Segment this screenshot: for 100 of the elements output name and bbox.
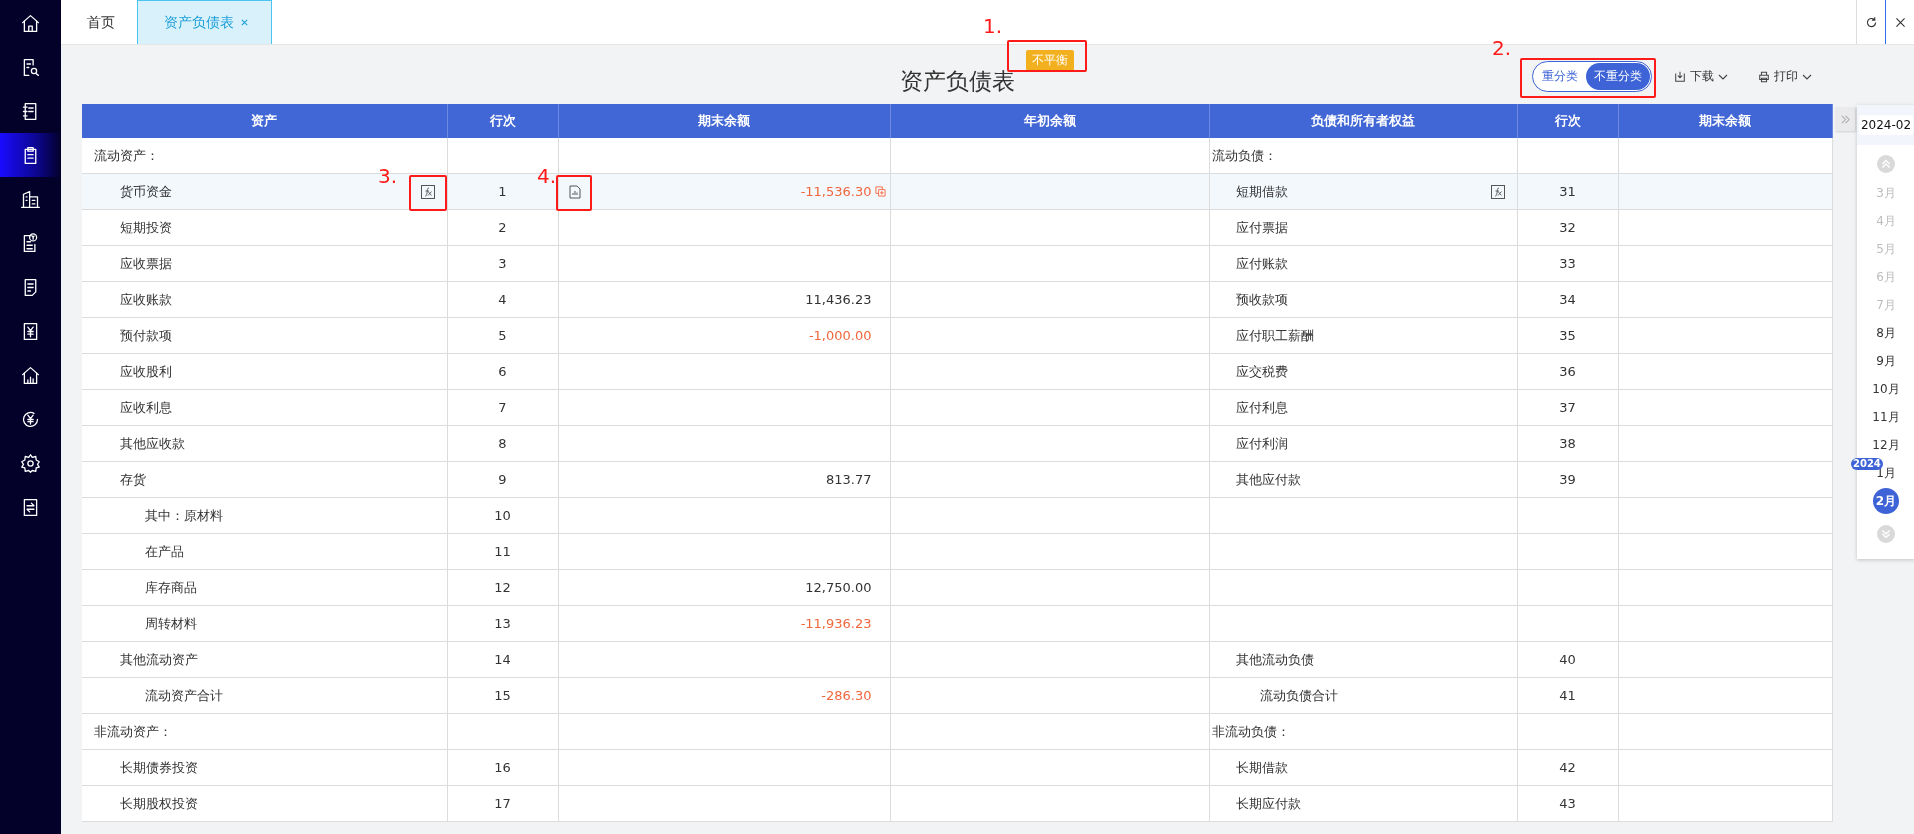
- line-number: 6: [498, 364, 507, 379]
- refresh-icon[interactable]: [1864, 15, 1878, 29]
- line-number: 37: [1559, 400, 1576, 415]
- line-number: 5: [498, 328, 507, 343]
- close-icon[interactable]: [1893, 15, 1907, 29]
- toggle-option[interactable]: 重分类: [1534, 63, 1586, 90]
- month-item[interactable]: 12月: [1872, 437, 1900, 453]
- line-number: 36: [1559, 364, 1576, 379]
- line-number: 42: [1559, 760, 1576, 775]
- line-number: 31: [1559, 184, 1576, 199]
- row-label: 短期借款: [1234, 183, 1288, 199]
- amount: -1,000.00: [808, 328, 872, 343]
- print-button[interactable]: 打印: [1750, 68, 1820, 85]
- column-header: 资产: [82, 104, 447, 138]
- row-label: 其他流动负债: [1234, 651, 1314, 667]
- settings-icon: [20, 452, 41, 474]
- row-label: 应交税费: [1234, 363, 1288, 379]
- line-number: 43: [1559, 796, 1576, 811]
- annotation-label: 4.: [537, 164, 557, 188]
- row-label: 流动资产合计: [144, 687, 223, 703]
- line-number: 2: [498, 220, 507, 235]
- column-header: 年初余额: [890, 104, 1209, 138]
- amount: -11,536.30: [800, 184, 872, 199]
- row-label: 预收款项: [1234, 291, 1288, 307]
- row-label: 应收票据: [119, 255, 172, 271]
- line-number: 41: [1559, 688, 1576, 703]
- row-label: 流动负债合计: [1258, 687, 1338, 703]
- line-number: 32: [1559, 220, 1576, 235]
- row-label: 应收利息: [119, 399, 172, 415]
- column-header: 期末余额: [558, 104, 890, 138]
- row-label: 应付票据: [1234, 219, 1288, 235]
- home-icon: [20, 12, 41, 34]
- sidebar-item[interactable]: [0, 133, 61, 177]
- row-label: 长期借款: [1234, 759, 1288, 775]
- copy-icon[interactable]: [874, 186, 886, 197]
- line-number: 1: [498, 184, 507, 199]
- row-label: 长期债券投资: [119, 759, 198, 775]
- column-header: 行次: [447, 104, 558, 138]
- row-label: 其他应付款: [1234, 471, 1301, 487]
- row-label: 长期股权投资: [119, 795, 198, 811]
- line-number: 4: [498, 292, 507, 307]
- highlight-frame: [556, 175, 592, 211]
- status-badge: 不平衡: [1026, 50, 1074, 71]
- row-label: 应付利息: [1234, 399, 1288, 415]
- row-label: 长期应付款: [1234, 795, 1301, 811]
- amount: 813.77: [826, 472, 872, 487]
- amount: 12,750.00: [805, 580, 872, 595]
- building-icon: [20, 188, 41, 210]
- line-number: 17: [494, 796, 511, 811]
- line-number: 12: [494, 580, 511, 595]
- line-number: 7: [498, 400, 507, 415]
- column-header: 期末余额: [1618, 104, 1832, 138]
- month-item[interactable]: 9月: [1876, 353, 1896, 369]
- row-label: 其他流动资产: [119, 651, 198, 667]
- row-label: 流动负债：: [1210, 147, 1277, 163]
- highlight-frame: [409, 175, 447, 211]
- line-number: 15: [494, 688, 511, 703]
- annotation-label: 1.: [983, 14, 1003, 38]
- month-item[interactable]: 8月: [1876, 325, 1896, 341]
- row-label: 其中：原材料: [144, 507, 223, 523]
- line-number: 39: [1559, 472, 1576, 487]
- double-chevron-icon: [1839, 113, 1851, 125]
- toggle-option[interactable]: 不重分类: [1586, 63, 1650, 90]
- column-header: 行次: [1517, 104, 1618, 138]
- line-number: 11: [494, 544, 511, 559]
- line-number: 14: [494, 652, 511, 667]
- line-number: 13: [494, 616, 511, 631]
- column-header: 负债和所有者权益: [1209, 104, 1517, 138]
- period-field[interactable]: 2024-02: [1858, 115, 1914, 135]
- line-number: 3: [498, 256, 507, 271]
- row-label: 应付账款: [1234, 255, 1288, 271]
- printer-icon: [1758, 70, 1770, 83]
- row-label: 存货: [119, 471, 146, 487]
- line-number: 35: [1559, 328, 1576, 343]
- row-label: 货币资金: [119, 183, 172, 199]
- month-item[interactable]: 2月: [1873, 488, 1899, 514]
- row-label: 流动资产：: [93, 147, 159, 163]
- row-label: 应付职工薪酬: [1234, 327, 1314, 343]
- row-label: 应付利润: [1234, 435, 1288, 451]
- amount: 11,436.23: [805, 292, 872, 307]
- row-label: 短期投资: [119, 219, 172, 235]
- tab[interactable]: 首页: [61, 0, 137, 44]
- formula-icon[interactable]: [1490, 185, 1505, 199]
- formula-icon[interactable]: [420, 185, 435, 199]
- row-label: 库存商品: [144, 579, 197, 595]
- download-button[interactable]: 下载: [1666, 68, 1736, 85]
- annotation-label: 3.: [378, 164, 398, 188]
- row-label: 在产品: [144, 543, 184, 559]
- amount: -11,936.23: [800, 616, 872, 631]
- line-number: 9: [498, 472, 507, 487]
- document-icon[interactable]: [568, 185, 581, 199]
- line-number: 8: [498, 436, 507, 451]
- amount: -286.30: [821, 688, 872, 703]
- month-item[interactable]: 10月: [1872, 381, 1900, 397]
- row-label: 周转材料: [144, 615, 197, 631]
- line-number: 16: [494, 760, 511, 775]
- annotation-label: 2.: [1492, 36, 1512, 60]
- row-label: 非流动资产：: [93, 723, 172, 739]
- row-label: 其他应收款: [119, 435, 185, 451]
- month-item[interactable]: 11月: [1872, 409, 1900, 425]
